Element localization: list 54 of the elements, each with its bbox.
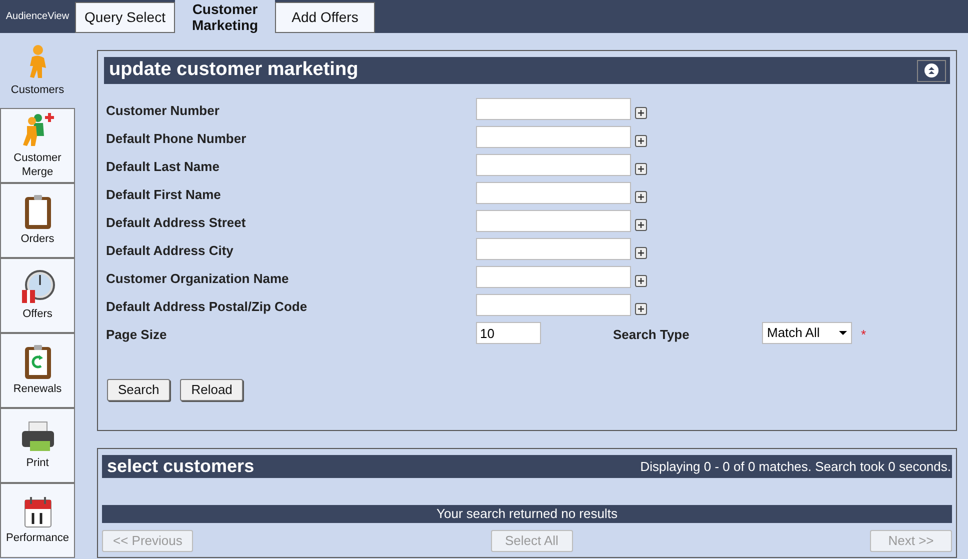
- sidebar-item[interactable]: Offers: [0, 258, 75, 333]
- button[interactable]: Reload: [180, 379, 244, 401]
- input-field[interactable]: [476, 98, 631, 120]
- expand-icon[interactable]: [635, 107, 647, 119]
- expand-icon[interactable]: [635, 247, 647, 259]
- panel-title: update customer marketing: [109, 58, 358, 82]
- expand-icon[interactable]: [635, 163, 647, 175]
- panel-title: select customers: [107, 455, 254, 478]
- required-mark: *: [861, 328, 866, 342]
- expand-icon[interactable]: [635, 303, 647, 315]
- expand-icon[interactable]: [635, 275, 647, 287]
- sidebar-item[interactable]: Orders: [0, 183, 75, 258]
- no-results-message: Your search returned no results: [102, 505, 952, 523]
- input-field[interactable]: [476, 182, 631, 204]
- button[interactable]: Search: [107, 379, 170, 401]
- field-label: Default First Name: [106, 188, 222, 202]
- printer-icon: [20, 421, 54, 453]
- input-field[interactable]: [476, 154, 631, 176]
- clipboard-icon: [24, 345, 50, 379]
- input-field[interactable]: 10: [476, 322, 541, 344]
- collapse-button[interactable]: [917, 60, 946, 82]
- sidebar-item[interactable]: Performance: [0, 483, 75, 558]
- field-label: Default Phone Number: [106, 132, 248, 146]
- calendar-icon: [24, 496, 52, 528]
- field-label: Customer Organization Name: [106, 272, 290, 286]
- results-summary: Displaying 0 - 0 of 0 matches. Search took 0 seconds.: [640, 458, 951, 476]
- clock-gift-icon: [20, 270, 54, 304]
- clipboard-icon: [24, 195, 50, 229]
- field-label: Default Last Name: [106, 160, 220, 174]
- expand-icon[interactable]: [635, 135, 647, 147]
- expand-icon[interactable]: [635, 219, 647, 231]
- collapse-icon: [924, 63, 939, 78]
- tab[interactable]: Query Select: [75, 2, 175, 33]
- input-field[interactable]: [476, 238, 631, 260]
- sidebar-item[interactable]: Customer Merge: [0, 108, 75, 183]
- field-label: Default Address City: [106, 244, 234, 258]
- field-label: Default Address Postal/Zip Code: [106, 300, 308, 314]
- input-field[interactable]: [476, 210, 631, 232]
- input-field[interactable]: [476, 294, 631, 316]
- tab[interactable]: Customer Marketing: [175, 0, 275, 33]
- field-label: Search Type: [613, 328, 690, 342]
- input-field[interactable]: [476, 266, 631, 288]
- input-field[interactable]: [476, 126, 631, 148]
- app-name: AudienceView: [6, 10, 70, 24]
- field-label: Page Size: [106, 328, 168, 342]
- sidebar-item[interactable]: Print: [0, 408, 75, 483]
- tab[interactable]: Add Offers: [275, 2, 375, 33]
- search-type-dropdown[interactable]: Match All: [762, 322, 852, 344]
- expand-icon[interactable]: [635, 191, 647, 203]
- people-plus-icon: [20, 112, 54, 148]
- field-label: Default Address Street: [106, 216, 247, 230]
- field-label: Customer Number: [106, 104, 220, 118]
- sidebar-item[interactable]: Renewals: [0, 333, 75, 408]
- caret-icon: [839, 331, 847, 335]
